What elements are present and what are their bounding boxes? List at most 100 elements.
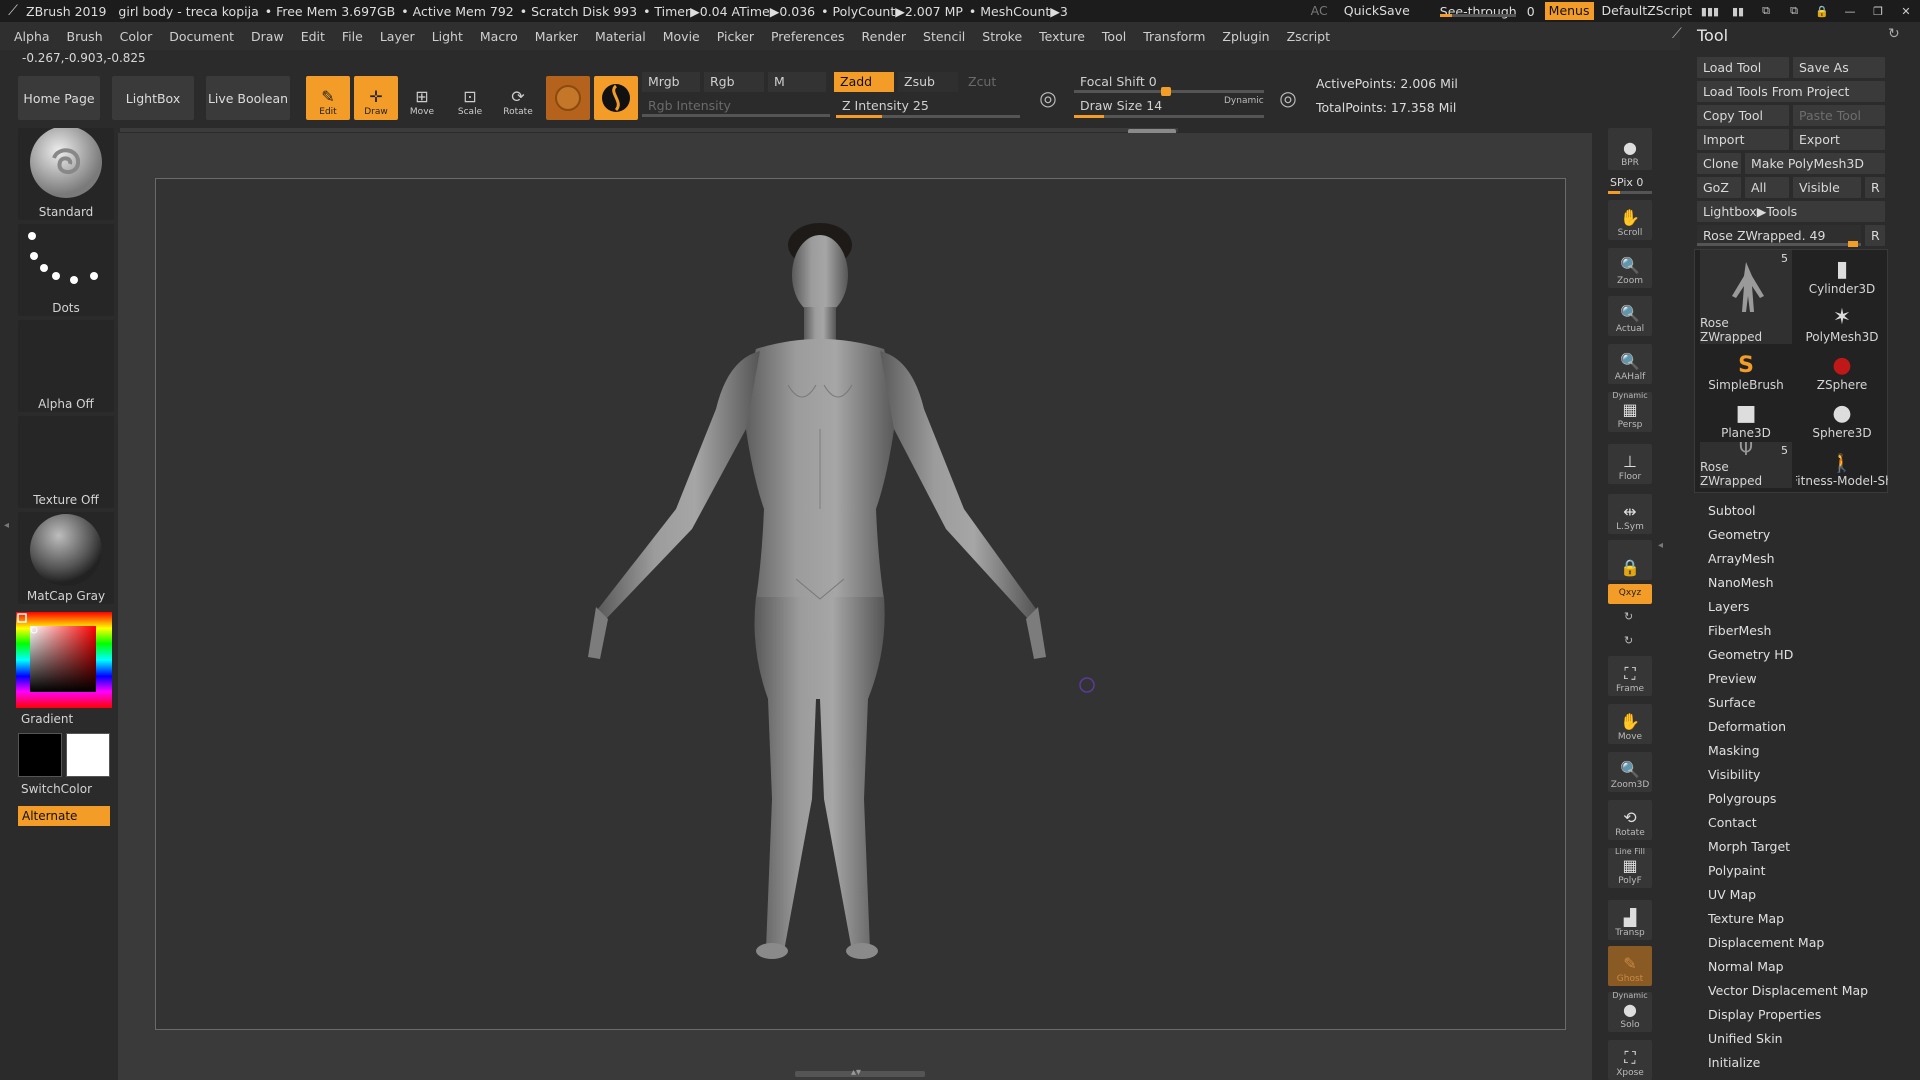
tool-thumb-rose-zwrapped[interactable]: 5 Rose ZWrapped xyxy=(1700,250,1792,344)
tool-thumb-plane3d[interactable]: ■ Plane3D xyxy=(1700,394,1792,440)
zcut-button[interactable]: Zcut xyxy=(962,72,1022,92)
lock-rotation-button[interactable]: 🔒 xyxy=(1608,540,1652,580)
tool-thumb-fitness-model[interactable]: 🚶 Fitness-Model-Sh xyxy=(1796,442,1888,488)
live-boolean-button[interactable]: Live Boolean xyxy=(206,76,290,120)
floor-button[interactable]: ⊥ Floor xyxy=(1608,444,1652,484)
left-tray-toggle[interactable]: ◂ xyxy=(4,520,10,570)
draw-button[interactable]: ✛ Draw xyxy=(354,76,398,120)
ac-button[interactable]: AC xyxy=(1303,0,1336,22)
scale-button[interactable]: ⊡ Scale xyxy=(448,76,492,120)
subpalette-deformation[interactable]: Deformation xyxy=(1708,719,1786,734)
goz-button[interactable]: GoZ xyxy=(1697,177,1741,198)
subpalette-contact[interactable]: Contact xyxy=(1708,815,1757,830)
goz-r-button[interactable]: R xyxy=(1865,177,1885,198)
make-polymesh3d-button[interactable]: Make PolyMesh3D xyxy=(1745,153,1885,174)
zoom3d-button[interactable]: 🔍 Zoom3D xyxy=(1608,752,1652,792)
menu-stroke[interactable]: Stroke xyxy=(982,29,1022,44)
edit-button[interactable]: ✎ Edit xyxy=(306,76,350,120)
spix-slider[interactable]: SPix 0 xyxy=(1610,176,1643,189)
see-through-slider[interactable]: See-through 0 xyxy=(1434,4,1541,19)
aahalf-button[interactable]: 🔍 AAHalf xyxy=(1608,344,1652,384)
switch-color-button[interactable]: SwitchColor xyxy=(18,782,114,796)
tool-thumb-zsphere[interactable]: ● ZSphere xyxy=(1796,346,1888,392)
menu-picker[interactable]: Picker xyxy=(717,29,754,44)
lightbox-button[interactable]: LightBox xyxy=(112,76,194,120)
focal-shift-knob[interactable] xyxy=(1161,87,1171,96)
subpalette-subtool[interactable]: Subtool xyxy=(1708,503,1755,518)
spotlight-s-button[interactable]: ◎ xyxy=(1030,80,1066,116)
subpalette-unified-skin[interactable]: Unified Skin xyxy=(1708,1031,1783,1046)
rgb-intensity-slider[interactable]: Rgb Intensity xyxy=(642,96,830,116)
menu-preferences[interactable]: Preferences xyxy=(771,29,845,44)
lsym-button[interactable]: ⇹ L.Sym xyxy=(1608,494,1652,534)
current-tool-knob[interactable] xyxy=(1848,241,1858,247)
m-button[interactable]: M xyxy=(768,72,826,92)
subpalette-nanomesh[interactable]: NanoMesh xyxy=(1708,575,1774,590)
menu-zplugin[interactable]: Zplugin xyxy=(1222,29,1269,44)
lock-icon[interactable]: 🔒 xyxy=(1808,5,1836,18)
menu-macro[interactable]: Macro xyxy=(480,29,518,44)
z-intensity-slider[interactable]: Z Intensity 25 xyxy=(836,96,1020,116)
subpalette-surface[interactable]: Surface xyxy=(1708,695,1756,710)
solo-button[interactable]: Dynamic ● Solo xyxy=(1608,991,1652,1032)
secondary-color-swatch[interactable] xyxy=(66,733,110,777)
default-zscript-button[interactable]: DefaultZScript xyxy=(1598,0,1697,22)
move-button[interactable]: ⊞ Move xyxy=(400,76,444,120)
menu-tool[interactable]: Tool xyxy=(1102,29,1126,44)
mrgb-button[interactable]: Mrgb xyxy=(642,72,700,92)
menu-zscript[interactable]: Zscript xyxy=(1287,29,1330,44)
y-rotation-icon[interactable]: ↻ xyxy=(1624,610,1633,623)
actual-button[interactable]: 🔍 Actual xyxy=(1608,296,1652,336)
menu-draw[interactable]: Draw xyxy=(251,29,284,44)
subpalette-uv-map[interactable]: UV Map xyxy=(1708,887,1756,902)
subpalette-preview[interactable]: Preview xyxy=(1708,671,1757,686)
subpalette-initialize[interactable]: Initialize xyxy=(1708,1055,1760,1070)
copy-tool-button[interactable]: Copy Tool xyxy=(1697,105,1789,126)
female-body-mesh[interactable] xyxy=(588,223,1046,959)
load-tool-button[interactable]: Load Tool xyxy=(1697,57,1789,78)
quicksave-button[interactable]: QuickSave xyxy=(1336,0,1418,22)
tool-thumb-simplebrush[interactable]: S SimpleBrush xyxy=(1700,346,1792,392)
draw-size-slider[interactable]: Draw Size 14 xyxy=(1074,96,1224,116)
menu-layer[interactable]: Layer xyxy=(380,29,415,44)
rotate-button[interactable]: ⟳ Rotate xyxy=(496,76,540,120)
menus-button[interactable]: Menus xyxy=(1544,2,1594,20)
alternate-button[interactable]: Alternate xyxy=(18,806,110,826)
tool-thumb-sphere3d[interactable]: ● Sphere3D xyxy=(1796,394,1888,440)
home-page-button[interactable]: Home Page xyxy=(18,76,100,120)
palette-dock-icon[interactable]: ⟋ xyxy=(1672,26,1682,42)
menu-color[interactable]: Color xyxy=(120,29,153,44)
window-tile-icon[interactable]: ⧉ xyxy=(1752,4,1780,18)
subpalette-displacement-map[interactable]: Displacement Map xyxy=(1708,935,1824,950)
subpalette-masking[interactable]: Masking xyxy=(1708,743,1760,758)
clone-button[interactable]: Clone xyxy=(1697,153,1741,174)
subpalette-visibility[interactable]: Visibility xyxy=(1708,767,1760,782)
menu-marker[interactable]: Marker xyxy=(535,29,578,44)
material-mode-button[interactable] xyxy=(546,76,590,120)
focal-shift-slider[interactable]: Focal Shift 0 xyxy=(1074,72,1224,92)
subpalette-morph-target[interactable]: Morph Target xyxy=(1708,839,1790,854)
zoom-button[interactable]: 🔍 Zoom xyxy=(1608,248,1652,288)
frame-button[interactable]: ⛶ Frame xyxy=(1608,656,1652,696)
subpalette-texture-map[interactable]: Texture Map xyxy=(1708,911,1784,926)
subpalette-polygroups[interactable]: Polygroups xyxy=(1708,791,1776,806)
dynamic-button[interactable]: Dynamic xyxy=(1224,96,1264,106)
menu-movie[interactable]: Movie xyxy=(663,29,700,44)
subpalette-display-properties[interactable]: Display Properties xyxy=(1708,1007,1821,1022)
xyz-rotation-button[interactable]: Qxyz xyxy=(1608,584,1652,604)
menu-document[interactable]: Document xyxy=(169,29,234,44)
color-picker[interactable] xyxy=(16,612,112,708)
subpalette-geometry[interactable]: Geometry xyxy=(1708,527,1770,542)
rotate-view-button[interactable]: ⟲ Rotate xyxy=(1608,800,1652,840)
subpalette-geometry-hd[interactable]: Geometry HD xyxy=(1708,647,1793,662)
menu-alpha[interactable]: Alpha xyxy=(14,29,50,44)
ghost-button[interactable]: ✎ Ghost xyxy=(1608,946,1652,986)
import-button[interactable]: Import xyxy=(1697,129,1789,150)
tool-thumb-polymesh3d[interactable]: ✶ PolyMesh3D xyxy=(1796,298,1888,344)
spotlight-d-button[interactable]: ◎ xyxy=(1270,80,1306,116)
layout-alt-icon[interactable]: ▮▮ xyxy=(1724,5,1752,18)
restore-icon[interactable]: ❐ xyxy=(1864,5,1892,18)
right-tray-toggle[interactable]: ◂ xyxy=(1658,540,1663,551)
goz-visible-button[interactable]: Visible xyxy=(1793,177,1861,198)
current-tool-r-button[interactable]: R xyxy=(1865,225,1885,246)
